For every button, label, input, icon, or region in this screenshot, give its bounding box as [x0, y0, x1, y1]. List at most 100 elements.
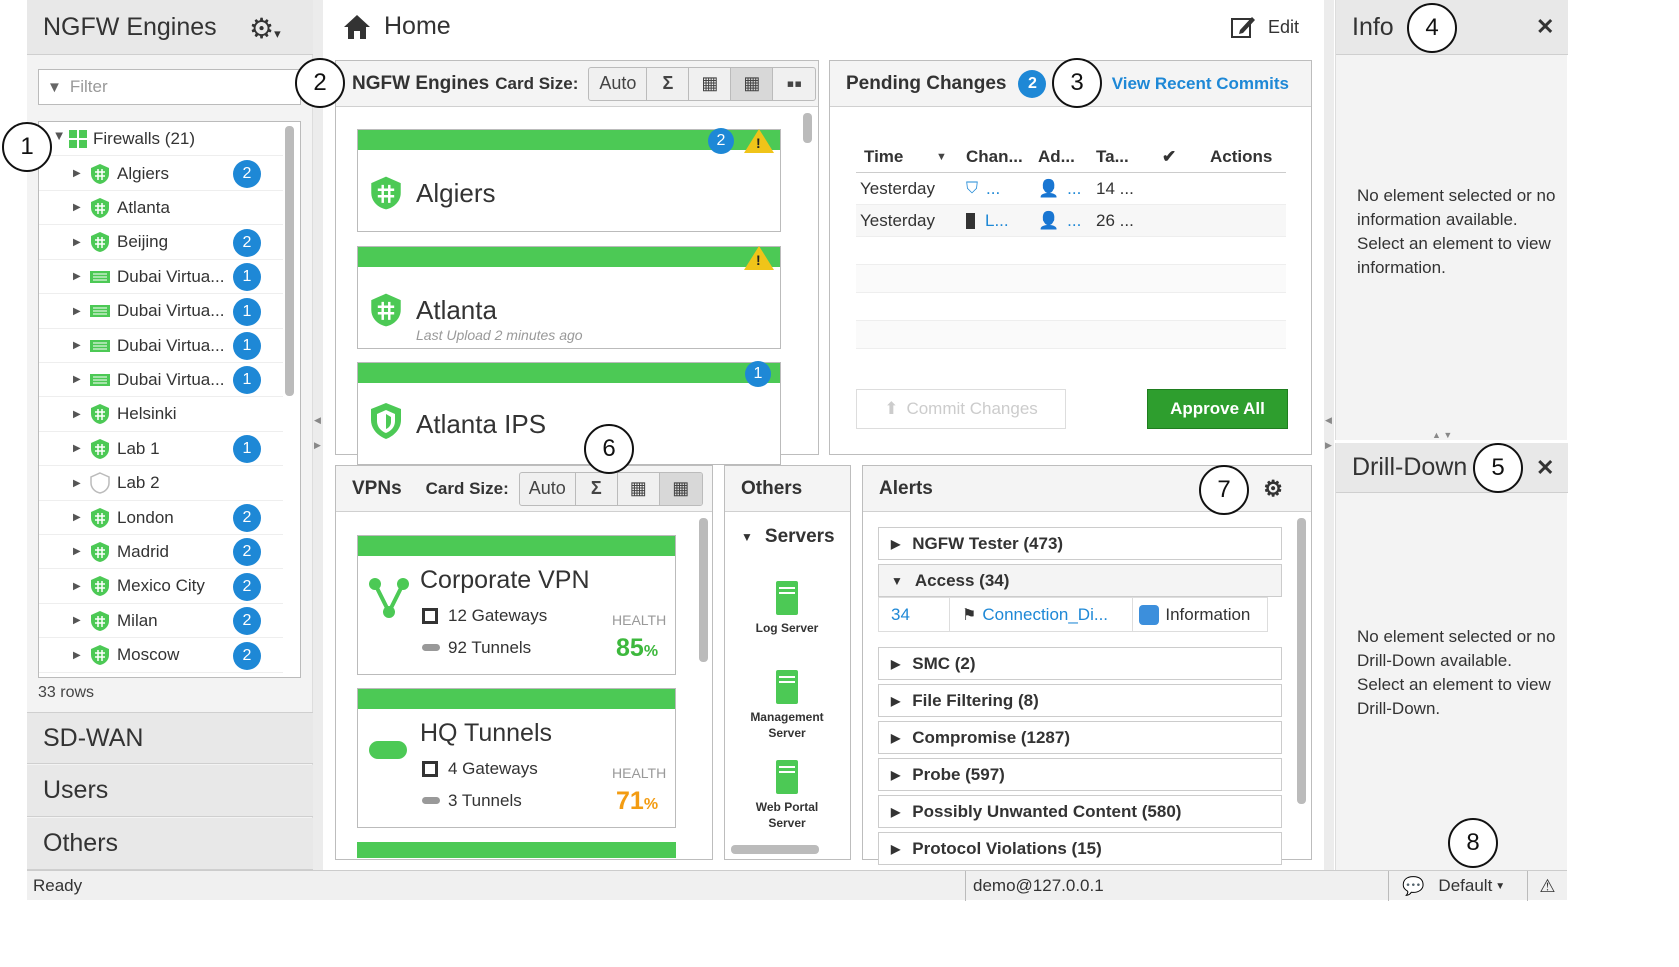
engines-scrollbar[interactable] [803, 113, 812, 143]
resize-handle-icon[interactable]: ▲ ▼ [1432, 430, 1452, 440]
collapse-caret-icon[interactable]: ▼ [891, 574, 903, 588]
server-item[interactable]: Log Server [725, 580, 849, 637]
expand-caret-icon[interactable]: ▶ [54, 133, 65, 145]
card-size-large-grid-icon[interactable]: ▪▪ [773, 68, 815, 100]
expand-caret-icon[interactable]: ▶ [73, 271, 85, 282]
engine-card[interactable]: ! Atlanta Last Upload 2 minutes ago [357, 246, 781, 349]
vpn-card[interactable]: HQ Tunnels 4 Gateways 3 Tunnels HEALTH 71% [357, 688, 676, 828]
col-target[interactable]: Ta... [1096, 147, 1162, 167]
expand-caret-icon[interactable]: ▶ [73, 478, 85, 489]
pending-admin[interactable]: ... [1067, 179, 1081, 199]
right-splitter[interactable]: ◀ ▶ [1324, 0, 1334, 870]
alert-group[interactable]: ▶ SMC (2) [878, 647, 1282, 680]
pending-change[interactable]: ... [986, 179, 1000, 199]
expand-caret-icon[interactable]: ▶ [891, 805, 900, 819]
card-size-auto[interactable]: Auto [589, 67, 648, 100]
home-breadcrumb[interactable]: Home [342, 12, 451, 41]
engines-card-size-selector[interactable]: Auto Σ ▦ ▦ ▪▪ [588, 66, 817, 101]
alert-name-link[interactable]: Connection_Di... [982, 605, 1132, 625]
pending-change[interactable]: L... [985, 211, 1009, 231]
tree-item[interactable]: ▶ Dubai Virtua... 1 [39, 295, 283, 329]
tree-item[interactable]: ▶ Mexico City 2 [39, 570, 283, 604]
alert-group[interactable]: ▶ File Filtering (8) [878, 684, 1282, 717]
expand-caret-icon[interactable]: ▶ [891, 842, 900, 856]
ngfw-engines-header[interactable]: NGFW Engines ⚙▾ [27, 0, 313, 55]
close-drill-down-icon[interactable]: ✕ [1536, 455, 1554, 481]
tree-item[interactable]: ▶ Milan 2 [39, 604, 283, 639]
alert-group[interactable]: ▶ Probe (597) [878, 758, 1282, 791]
expand-caret-icon[interactable]: ▶ [73, 202, 85, 213]
sort-desc-icon[interactable]: ▼ [936, 151, 966, 163]
card-size-small-grid-icon[interactable]: ▦ [689, 67, 732, 100]
engine-card[interactable]: ! 2 Algiers [357, 128, 781, 232]
approve-all-button[interactable]: Approve All [1147, 389, 1288, 429]
expand-caret-icon[interactable]: ▶ [73, 443, 85, 454]
gear-menu-icon[interactable]: ⚙▾ [249, 12, 281, 45]
view-recent-commits-link[interactable]: View Recent Commits [1112, 74, 1289, 94]
alert-group[interactable]: ▶ Protocol Violations (15) [878, 832, 1282, 865]
tree-item[interactable]: ▶ Dubai Virtua... 1 [39, 260, 283, 295]
tree-item[interactable]: ▶ Dubai Virtua... 1 [39, 329, 283, 363]
expand-caret-icon[interactable]: ▶ [891, 657, 900, 671]
tree-item[interactable]: ▶ Madrid 2 [39, 535, 283, 570]
profile-dropdown-icon[interactable]: ▼ [1495, 881, 1505, 892]
vpn-card-size-summary[interactable]: Σ [576, 472, 618, 505]
tree-item[interactable]: ▶ Algiers 2 [39, 157, 283, 191]
tree-item[interactable]: ▶ Dubai Virtua... 1 [39, 363, 283, 398]
expand-caret-icon[interactable]: ▶ [73, 650, 85, 661]
expand-caret-icon[interactable]: ▶ [73, 512, 85, 523]
tree-item[interactable]: ▶ Moscow 2 [39, 639, 283, 673]
expand-caret-icon[interactable]: ▶ [73, 581, 85, 592]
others-hscrollbar[interactable] [731, 845, 819, 854]
expand-caret-icon[interactable]: ▶ [891, 731, 900, 745]
expand-caret-icon[interactable]: ▶ [891, 768, 900, 782]
collapse-right-icon[interactable]: ◀ [1325, 415, 1332, 426]
expand-caret-icon[interactable]: ▶ [73, 340, 85, 351]
tree-item[interactable]: ▶ Beijing 2 [39, 226, 283, 260]
card-size-medium-grid-icon[interactable]: ▦ [731, 67, 774, 100]
expand-caret-icon[interactable]: ▶ [891, 537, 900, 551]
card-size-summary[interactable]: Σ [647, 67, 690, 100]
expand-caret-icon[interactable]: ▶ [73, 615, 85, 626]
vpn-card-size-auto[interactable]: Auto [520, 472, 576, 505]
close-info-icon[interactable]: ✕ [1536, 14, 1554, 40]
filter-input[interactable]: ▼ Filter [38, 69, 301, 105]
alert-group[interactable]: ▶ Possibly Unwanted Content (580) [878, 795, 1282, 828]
commit-changes-button[interactable]: ⬆ Commit Changes [856, 389, 1066, 429]
vpn-medium-grid-icon[interactable]: ▦ [659, 472, 702, 505]
expand-left-icon[interactable]: ▶ [314, 440, 321, 451]
vpn-small-grid-icon[interactable]: ▦ [618, 472, 660, 505]
tree-scrollbar[interactable] [285, 126, 294, 396]
tree-item[interactable]: ▶ Lab 2 [39, 467, 283, 501]
server-item[interactable]: Management Server [725, 669, 849, 740]
col-actions[interactable]: Actions [1210, 147, 1286, 167]
tree-root-firewalls[interactable]: ▶ Firewalls (21) [39, 122, 283, 156]
col-approved-check-icon[interactable]: ✔ [1162, 147, 1210, 167]
expand-caret-icon[interactable]: ▶ [73, 374, 85, 385]
collapse-caret-icon[interactable]: ▼ [741, 530, 753, 544]
vpn-card[interactable]: Corporate VPN 12 Gateways 92 Tunnels HEALTH… [357, 535, 676, 675]
col-time[interactable]: Time [856, 147, 936, 167]
pending-row[interactable]: Yesterday ⛉... 👤... 14 ... [856, 173, 1286, 205]
section-sd-wan[interactable]: SD-WAN [27, 712, 313, 764]
tree-item[interactable]: ▶ Helsinki [39, 398, 283, 432]
tree-item[interactable]: ▶ London 2 [39, 501, 283, 535]
tree-item[interactable]: ▶ Lab 1 1 [39, 432, 283, 467]
alert-group[interactable]: ▶ Compromise (1287) [878, 721, 1282, 754]
vpns-scrollbar[interactable] [699, 518, 708, 662]
alerts-settings-gear-icon[interactable]: ⚙ [1263, 476, 1283, 502]
expand-caret-icon[interactable]: ▶ [73, 546, 85, 557]
section-users[interactable]: Users [27, 765, 313, 817]
col-admin[interactable]: Ad... [1038, 147, 1096, 167]
profile-selector[interactable]: 💬 Default ▼ [1402, 871, 1505, 901]
vpn-card-size-selector[interactable]: Auto Σ ▦ ▦ [518, 471, 703, 506]
expand-caret-icon[interactable]: ▶ [73, 237, 85, 248]
engine-card[interactable]: 1 Atlanta IPS [357, 361, 781, 465]
expand-caret-icon[interactable]: ▶ [73, 306, 85, 317]
col-change[interactable]: Chan... [966, 147, 1038, 167]
engine-tree[interactable]: ▶ Firewalls (21) ▶ Algiers 2 ▶ Atlanta ▶ Beiji… [38, 121, 301, 678]
alert-group[interactable]: ▼ Access (34) [878, 564, 1282, 597]
section-others[interactable]: Others [27, 818, 313, 870]
expand-caret-icon[interactable]: ▶ [891, 694, 900, 708]
left-splitter[interactable]: ◀ ▶ [313, 0, 323, 870]
